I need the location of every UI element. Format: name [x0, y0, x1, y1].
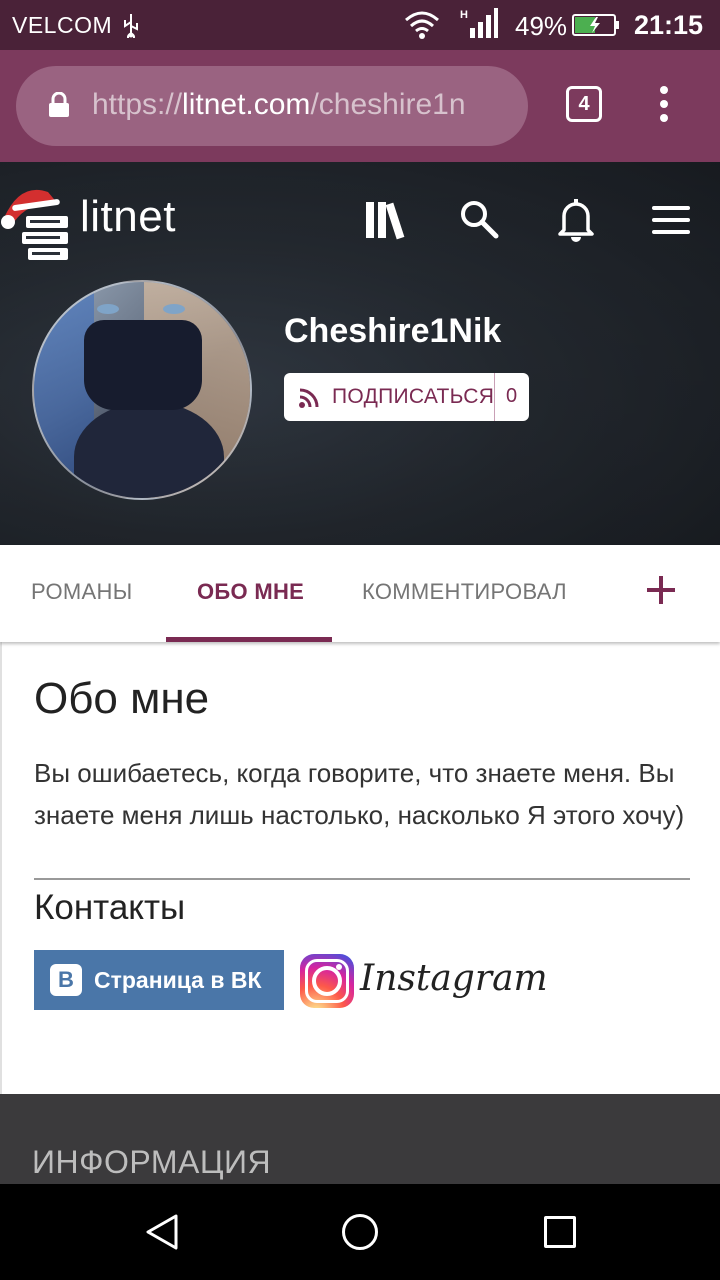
- divider: [34, 878, 690, 880]
- profile-username: Cheshire1Nik: [284, 312, 502, 350]
- about-text: Вы ошибаетесь, когда говорите, что знает…: [34, 758, 685, 830]
- tab-novels[interactable]: РОМАНЫ: [31, 579, 132, 605]
- subscribers-count: 0: [506, 385, 518, 407]
- address-bar[interactable]: https://litnet.com/cheshire1n: [16, 66, 528, 146]
- hamburger-menu-icon[interactable]: [652, 206, 692, 236]
- carrier-name: VELCOM: [12, 12, 113, 38]
- battery-percent: 49%: [515, 11, 568, 41]
- overflow-menu-icon[interactable]: [652, 84, 676, 124]
- browser-toolbar: https://litnet.com/cheshire1n 4: [0, 50, 720, 162]
- rss-icon: [299, 388, 319, 408]
- instagram-icon[interactable]: [300, 954, 354, 1008]
- bell-icon[interactable]: [556, 196, 596, 242]
- subscribe-button[interactable]: ПОДПИСАТЬСЯ 0: [284, 373, 529, 421]
- footer-title: ИНФОРМАЦИЯ: [32, 1144, 272, 1180]
- system-navigation-bar: [0, 1184, 720, 1280]
- clock: 21:15: [634, 10, 704, 40]
- status-bar: VELCOM H 49% 21:15: [0, 0, 720, 50]
- back-icon[interactable]: [142, 1212, 182, 1252]
- plus-icon[interactable]: [644, 573, 678, 607]
- recent-apps-icon[interactable]: [544, 1216, 576, 1248]
- url-path: /cheshire1n: [310, 88, 466, 121]
- active-tab-indicator: [166, 637, 332, 642]
- signal-icon: H: [460, 8, 498, 38]
- library-icon[interactable]: [364, 198, 408, 242]
- profile-header: litnet Cheshire1Nik ПОДПИСАТЬСЯ 0: [0, 162, 720, 545]
- search-icon[interactable]: [458, 198, 500, 240]
- url-text: https://litnet.com/cheshire1n: [92, 88, 466, 122]
- avatar[interactable]: [32, 280, 252, 500]
- subscribe-label: ПОДПИСАТЬСЯ: [332, 385, 495, 408]
- svg-text:H: H: [460, 9, 468, 21]
- lock-icon: [49, 92, 69, 117]
- vk-page-link[interactable]: В Страница в ВК: [34, 950, 284, 1010]
- wifi-icon: [405, 11, 439, 39]
- tab-switcher-button[interactable]: 4: [566, 86, 602, 122]
- tab-about[interactable]: ОБО МНЕ: [197, 579, 304, 605]
- battery-charging-icon: [572, 14, 619, 36]
- divider: [494, 373, 495, 421]
- home-icon[interactable]: [342, 1214, 378, 1250]
- vk-icon: В: [50, 964, 82, 996]
- instagram-link[interactable]: Instagram: [360, 958, 548, 999]
- profile-tabs: РОМАНЫ ОБО МНЕ КОММЕНТИРОВАЛ: [0, 545, 720, 642]
- url-prefix: https://: [92, 88, 183, 121]
- usb-icon: [124, 14, 138, 38]
- info-footer: ИНФОРМАЦИЯ: [0, 1094, 720, 1184]
- contacts-title: Контакты: [34, 888, 186, 927]
- url-host: litnet.com: [182, 88, 311, 121]
- about-section: Обо мне Вы ошибаетесь, когда говорите, ч…: [0, 642, 720, 1094]
- about-title: Обо мне: [34, 674, 210, 723]
- vk-link-label: Страница в ВК: [94, 967, 262, 993]
- tab-commented[interactable]: КОММЕНТИРОВАЛ: [362, 579, 567, 605]
- logo-text[interactable]: litnet: [80, 192, 176, 242]
